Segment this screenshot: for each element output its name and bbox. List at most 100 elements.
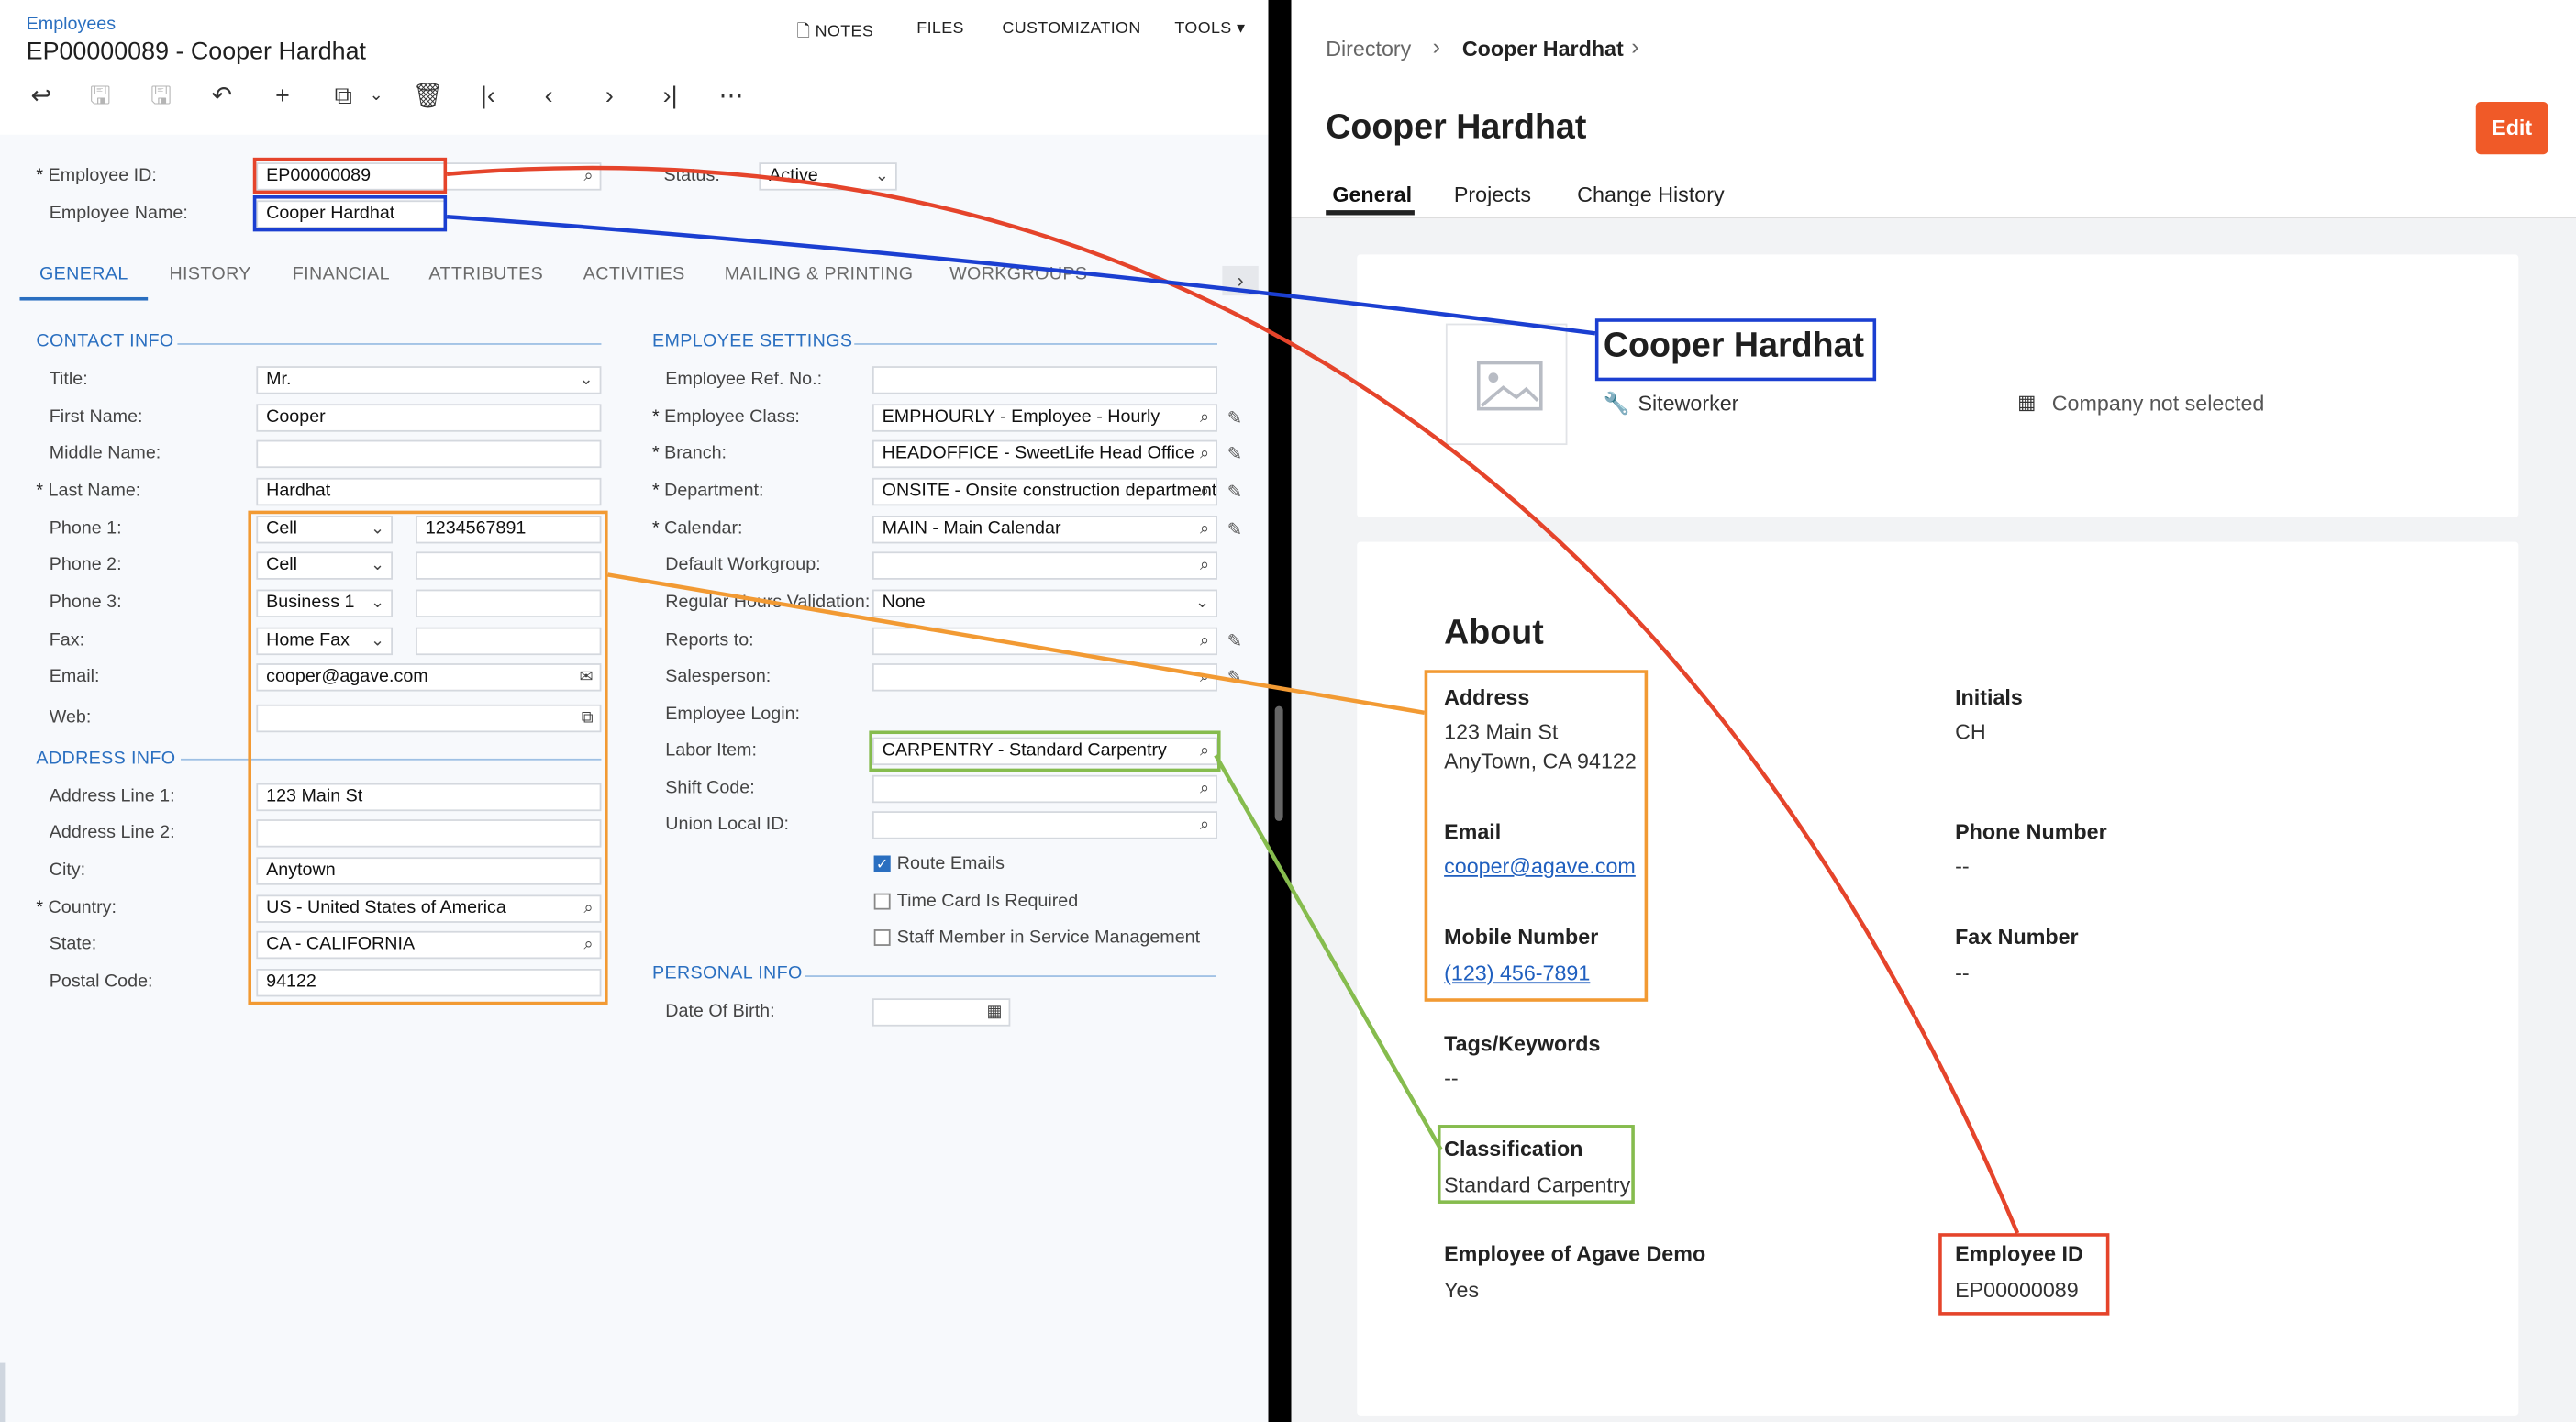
search-icon[interactable]: ⌕ xyxy=(1200,480,1209,505)
search-icon[interactable]: ⌕ xyxy=(1200,813,1209,838)
search-icon[interactable]: ⌕ xyxy=(583,164,593,189)
search-icon[interactable]: ⌕ xyxy=(1200,517,1209,542)
middle-name-field[interactable] xyxy=(256,439,602,469)
copy-paste-icon[interactable]: ⧉ xyxy=(328,82,358,111)
salesperson-field[interactable]: ⌕ xyxy=(872,663,1217,692)
search-icon[interactable]: ⌕ xyxy=(1200,405,1209,430)
initials-label: Initials xyxy=(1955,684,2023,710)
tab-activities[interactable]: ACTIVITIES xyxy=(583,264,685,283)
undo-icon[interactable]: ↶ xyxy=(207,82,237,111)
fax-number-value: -- xyxy=(1955,961,1970,985)
tab-general[interactable]: GENERAL xyxy=(39,264,128,283)
search-icon[interactable]: ⌕ xyxy=(1200,553,1209,578)
edit-pencil-icon[interactable]: ✎ xyxy=(1227,481,1243,502)
route-emails-checkbox[interactable]: ✓ xyxy=(873,855,891,872)
phone-number-value: -- xyxy=(1955,853,1970,879)
personal-info-heading: PERSONAL INFO xyxy=(651,963,803,984)
status-select[interactable]: Active ⌄ xyxy=(759,162,897,191)
customization-button[interactable]: CUSTOMIZATION xyxy=(1002,19,1140,38)
tab-mailing-printing[interactable]: MAILING & PRINTING xyxy=(725,264,914,283)
calendar-field[interactable]: MAIN - Main Calendar ⌕ xyxy=(872,516,1217,544)
breadcrumb-employees[interactable]: Employees xyxy=(27,15,116,34)
tab-history[interactable]: HISTORY xyxy=(169,264,250,283)
calendar-icon[interactable]: ▦ xyxy=(986,1000,1002,1025)
default-workgroup-field[interactable]: ⌕ xyxy=(872,551,1217,580)
employee-ref-field[interactable] xyxy=(872,366,1217,394)
search-icon[interactable]: ⌕ xyxy=(1200,629,1209,654)
annotation-box-orange xyxy=(248,510,608,1005)
back-icon[interactable]: ↩ xyxy=(27,82,56,111)
left-scrollbar[interactable] xyxy=(0,1362,6,1422)
next-record-icon[interactable]: › xyxy=(594,82,624,111)
edit-pencil-icon[interactable]: ✎ xyxy=(1227,519,1243,539)
edit-button[interactable]: Edit xyxy=(2475,101,2548,155)
tags-label: Tags/Keywords xyxy=(1444,1031,1601,1056)
save-icon[interactable]: 🖫 xyxy=(146,82,175,111)
edit-pencil-icon[interactable]: ✎ xyxy=(1227,630,1243,651)
shift-code-field[interactable]: ⌕ xyxy=(872,774,1217,804)
initials-value: CH xyxy=(1955,718,1986,744)
employee-settings-heading: EMPLOYEE SETTINGS xyxy=(651,331,853,352)
staff-member-checkbox[interactable] xyxy=(873,929,891,946)
tab-change-history[interactable]: Change History xyxy=(1577,183,1724,207)
pane-resize-handle[interactable] xyxy=(1274,705,1283,821)
department-field[interactable]: ONSITE - Onsite construction department ⌕ xyxy=(872,477,1217,506)
address-info-heading: ADDRESS INFO xyxy=(36,749,176,769)
chevron-down-icon[interactable]: ⌄ xyxy=(361,82,391,111)
branch-field[interactable]: HEADOFFICE - SweetLife Head Office ⌕ xyxy=(872,439,1217,469)
edit-pencil-icon[interactable]: ✎ xyxy=(1227,407,1243,428)
search-icon[interactable]: ⌕ xyxy=(1200,441,1209,466)
date-of-birth-field[interactable]: ▦ xyxy=(872,998,1011,1027)
last-record-icon[interactable]: ›| xyxy=(656,82,685,111)
chevron-right-icon: › xyxy=(1432,32,1440,60)
shift-code-label: Shift Code: xyxy=(665,778,755,798)
address-line1-label: Address Line 1: xyxy=(49,786,175,806)
annotation-box-green xyxy=(869,730,1221,772)
union-local-id-field[interactable]: ⌕ xyxy=(872,811,1217,839)
first-name-field[interactable]: Cooper xyxy=(256,404,602,432)
employee-name-label: Employee Name: xyxy=(49,203,188,224)
profile-company: Company not selected xyxy=(2051,390,2265,416)
state-label: State: xyxy=(49,934,97,954)
page-title: Cooper Hardhat xyxy=(1326,108,1587,147)
chevron-down-icon: ⌄ xyxy=(579,371,594,390)
time-card-required-checkbox[interactable] xyxy=(873,893,891,910)
tools-label: TOOLS xyxy=(1174,19,1232,39)
more-icon[interactable]: ⋯ xyxy=(716,82,746,111)
tab-workgroups[interactable]: WORKGROUPS xyxy=(949,264,1087,283)
tags-value: -- xyxy=(1444,1065,1459,1091)
tab-general[interactable]: General xyxy=(1332,183,1412,207)
notes-button[interactable]: 🗋 NOTES xyxy=(797,19,874,47)
save-close-icon[interactable]: 🖫 xyxy=(85,82,115,111)
tools-menu[interactable]: TOOLS ▾ xyxy=(1174,19,1245,38)
regular-hours-validation-select[interactable]: None ⌄ xyxy=(872,589,1217,617)
annotation-box-blue xyxy=(252,194,448,232)
chevron-down-icon: ⌄ xyxy=(1195,594,1210,613)
add-icon[interactable]: + xyxy=(268,82,297,111)
search-icon[interactable]: ⌕ xyxy=(1200,665,1209,690)
last-name-field[interactable]: Hardhat xyxy=(256,477,602,506)
tabs-scroll-right-icon[interactable]: › xyxy=(1222,265,1259,296)
time-card-required-label: Time Card Is Required xyxy=(896,891,1079,912)
previous-record-icon[interactable]: ‹ xyxy=(534,82,563,111)
status-value: Active xyxy=(769,165,818,186)
regular-hours-validation-value: None xyxy=(882,593,926,613)
address-line2-label: Address Line 2: xyxy=(49,822,175,843)
first-record-icon[interactable]: |‹ xyxy=(473,82,503,111)
phone3-label: Phone 3: xyxy=(49,593,122,613)
search-icon[interactable]: ⌕ xyxy=(1200,777,1209,802)
tab-financial[interactable]: FINANCIAL xyxy=(293,264,390,283)
reports-to-field[interactable]: ⌕ xyxy=(872,627,1217,656)
tab-attributes[interactable]: ATTRIBUTES xyxy=(428,264,543,283)
breadcrumb-current: Cooper Hardhat xyxy=(1461,36,1624,61)
phone2-label: Phone 2: xyxy=(49,554,122,575)
tab-projects[interactable]: Projects xyxy=(1454,183,1531,207)
edit-pencil-icon[interactable]: ✎ xyxy=(1227,667,1243,687)
files-button[interactable]: FILES xyxy=(916,19,964,38)
calendar-value: MAIN - Main Calendar xyxy=(882,518,1061,539)
delete-icon[interactable]: 🗑 xyxy=(412,82,443,111)
edit-pencil-icon[interactable]: ✎ xyxy=(1227,443,1243,464)
title-select[interactable]: Mr. ⌄ xyxy=(256,366,602,394)
breadcrumb-directory[interactable]: Directory xyxy=(1326,36,1411,61)
employee-class-field[interactable]: EMPHOURLY - Employee - Hourly ⌕ xyxy=(872,404,1217,432)
